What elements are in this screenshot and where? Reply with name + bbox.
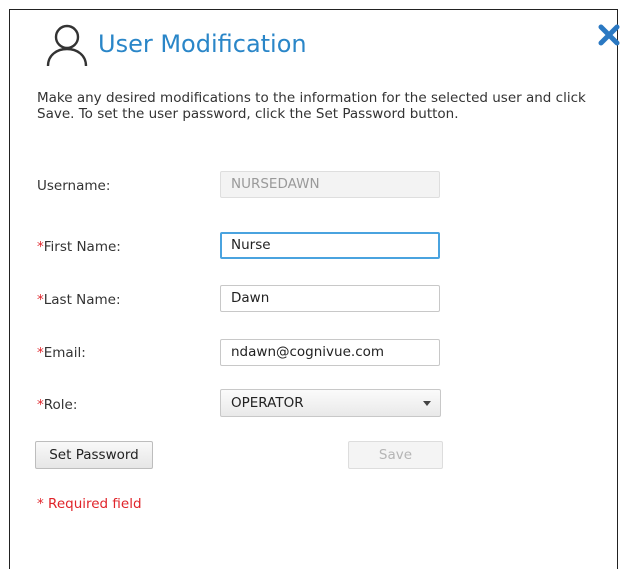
last-name-label: *Last Name: xyxy=(37,292,121,308)
last-name-label-text: Last Name: xyxy=(43,292,121,308)
save-button[interactable]: Save xyxy=(348,441,443,469)
dialog-title: User Modification xyxy=(98,30,307,58)
user-icon xyxy=(46,24,88,67)
dialog-description: Make any desired modifications to the in… xyxy=(37,90,586,122)
email-field[interactable]: ndawn@cognivue.com xyxy=(220,339,440,366)
last-name-field[interactable]: Dawn xyxy=(220,285,440,312)
role-select-value: OPERATOR xyxy=(231,395,304,411)
chevron-down-icon xyxy=(423,401,431,406)
first-name-field[interactable]: Nurse xyxy=(220,232,440,259)
email-label: *Email: xyxy=(37,345,86,361)
first-name-label: *First Name: xyxy=(37,239,121,255)
set-password-button[interactable]: Set Password xyxy=(35,441,153,469)
required-marker: * xyxy=(37,397,44,413)
role-select[interactable]: OPERATOR xyxy=(220,389,441,417)
role-label-text: Role: xyxy=(43,397,78,413)
required-marker: * xyxy=(37,345,44,361)
required-marker: * xyxy=(37,292,44,308)
required-field-note: * Required field xyxy=(37,496,142,512)
email-label-text: Email: xyxy=(43,345,86,361)
first-name-label-text: First Name: xyxy=(43,239,121,255)
close-icon[interactable] xyxy=(598,24,620,46)
username-field: NURSEDAWN xyxy=(220,171,440,198)
username-label: Username: xyxy=(37,178,111,194)
required-marker: * xyxy=(37,239,44,255)
role-label: *Role: xyxy=(37,397,77,413)
